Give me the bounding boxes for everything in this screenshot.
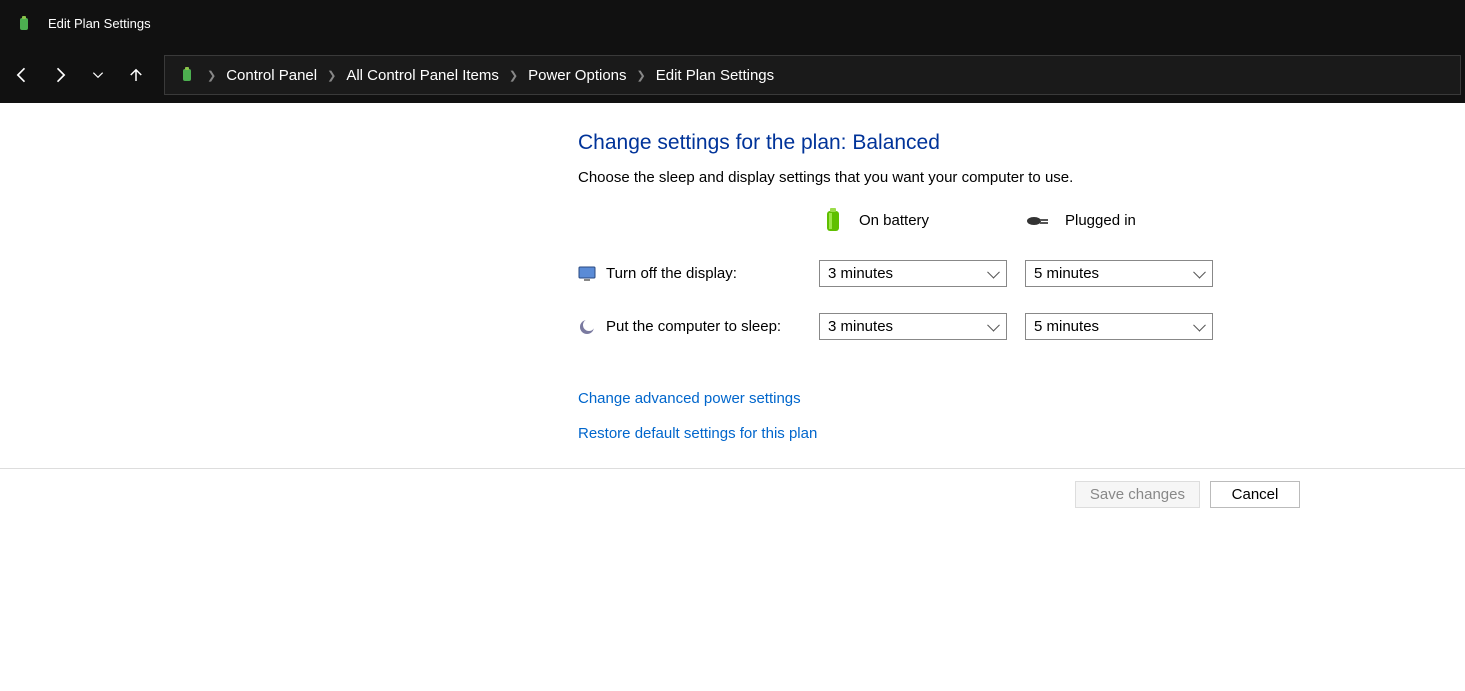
column-header-battery-label: On battery [859,212,929,229]
content-area: Change settings for the plan: Balanced C… [0,103,1465,469]
monitor-icon [578,265,596,283]
moon-icon [578,318,596,336]
display-battery-combo[interactable]: 3 minutes [819,260,1007,287]
chevron-right-icon: ❯ [507,69,520,82]
nav-back-button[interactable] [4,57,40,93]
plug-icon [1025,206,1053,234]
window-title: Edit Plan Settings [48,16,151,31]
display-plugged-value: 5 minutes [1034,265,1099,282]
row-label-display: Turn off the display: [578,265,803,283]
page-subheading: Choose the sleep and display settings th… [578,169,1298,186]
sleep-battery-combo[interactable]: 3 minutes [819,313,1007,340]
row-label-sleep: Put the computer to sleep: [578,318,803,336]
chevron-right-icon: ❯ [325,69,338,82]
footer: Save changes Cancel [0,469,1465,519]
cancel-button[interactable]: Cancel [1210,481,1300,508]
column-header-plugged-label: Plugged in [1065,212,1136,229]
display-plugged-combo[interactable]: 5 minutes [1025,260,1213,287]
breadcrumb-edit-plan-settings[interactable]: Edit Plan Settings [652,67,778,84]
settings-grid: On battery Plugged in Turn off the displ… [578,206,1298,340]
link-restore-defaults[interactable]: Restore default settings for this plan [578,425,817,442]
sleep-battery-value: 3 minutes [828,318,893,335]
row-label-display-text: Turn off the display: [606,265,737,282]
display-battery-value: 3 minutes [828,265,893,282]
breadcrumb-all-items[interactable]: All Control Panel Items [342,67,503,84]
address-bar[interactable]: ❯ Control Panel ❯ All Control Panel Item… [164,55,1461,95]
page-heading: Change settings for the plan: Balanced [578,131,1298,155]
breadcrumb-control-panel[interactable]: Control Panel [222,67,321,84]
save-changes-button[interactable]: Save changes [1075,481,1200,508]
link-advanced-settings[interactable]: Change advanced power settings [578,390,801,407]
navbar: ❯ Control Panel ❯ All Control Panel Item… [0,47,1465,103]
battery-app-icon [10,10,38,38]
chevron-right-icon: ❯ [635,69,648,82]
nav-recent-dropdown[interactable] [80,57,116,93]
titlebar: Edit Plan Settings [0,0,1465,47]
row-label-sleep-text: Put the computer to sleep: [606,318,781,335]
sleep-plugged-combo[interactable]: 5 minutes [1025,313,1213,340]
battery-icon [819,206,847,234]
column-header-battery: On battery [819,206,1009,234]
battery-path-icon [173,61,201,89]
nav-forward-button[interactable] [42,57,78,93]
column-header-plugged: Plugged in [1025,206,1215,234]
chevron-right-icon: ❯ [205,69,218,82]
links-section: Change advanced power settings Restore d… [578,390,1298,442]
nav-up-button[interactable] [118,57,154,93]
sleep-plugged-value: 5 minutes [1034,318,1099,335]
breadcrumb-power-options[interactable]: Power Options [524,67,630,84]
